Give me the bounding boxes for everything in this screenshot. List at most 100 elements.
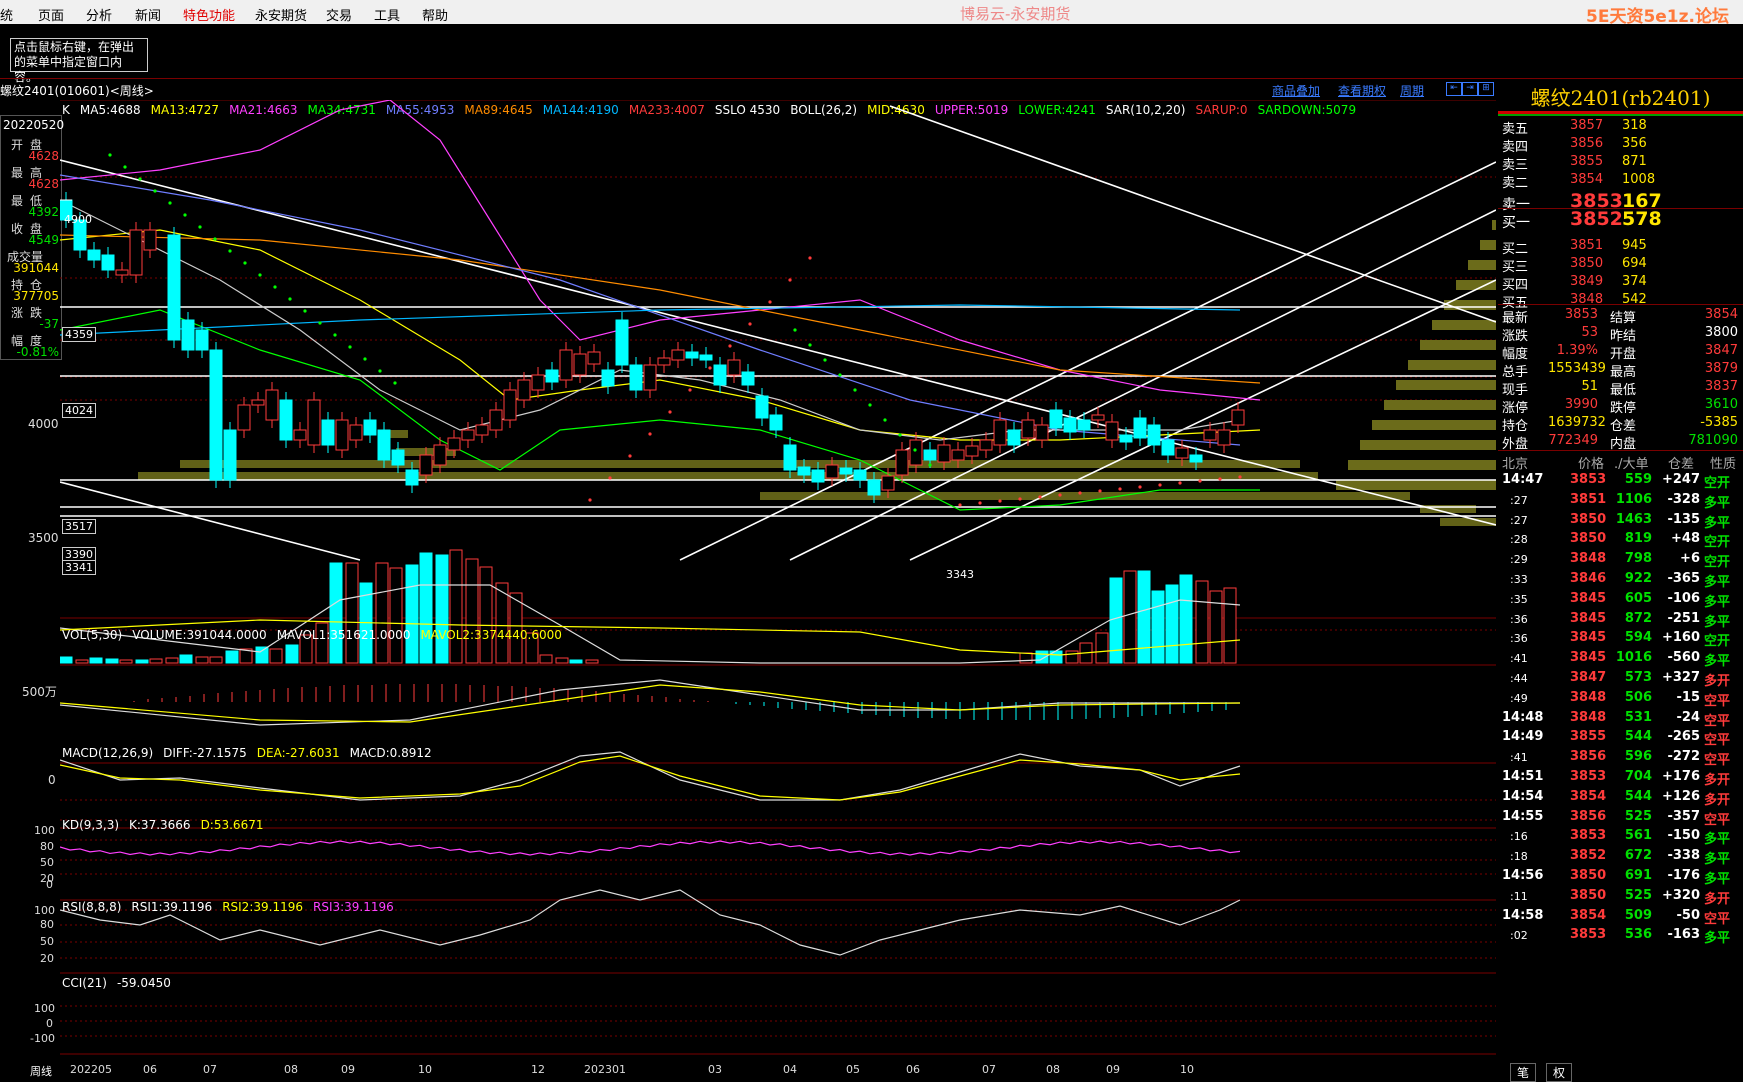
menu-yongan[interactable]: 永安期货 (255, 5, 307, 24)
tick-price: 3856 (1570, 749, 1607, 765)
candle-up (293, 429, 307, 441)
candle-up (727, 359, 741, 376)
volume-bar-down (569, 659, 583, 664)
candle-down (867, 479, 881, 496)
tick-row: :35 3845 605 -106 多平 (1498, 591, 1743, 613)
tick-time: :49 (1510, 691, 1528, 705)
period-link[interactable]: 周期 (1400, 82, 1424, 99)
price-tag-3341: 3341 (62, 560, 96, 575)
tick-time: :33 (1510, 573, 1528, 586)
tick-volume: 525 (1624, 808, 1652, 824)
volume-bar-down (225, 650, 239, 664)
tick-time: :16 (1510, 830, 1528, 844)
tick-time: :44 (1510, 672, 1528, 685)
bottom-tab[interactable]: 笔 (1510, 1063, 1537, 1082)
volume-bar-down (135, 659, 149, 664)
menu-trade[interactable]: 交易 (326, 5, 352, 24)
candle-down (1147, 424, 1161, 446)
tick-row: 14:56 3850 691 -176 多平 (1498, 868, 1743, 890)
scroll-left-button[interactable]: ⇤ (1446, 82, 1462, 96)
candle-up (979, 439, 993, 451)
volume-bar-down (1151, 590, 1165, 664)
bid-volume: 578 (1622, 208, 1662, 230)
tick-time: :18 (1510, 850, 1528, 864)
candle-up (475, 424, 489, 436)
tick-nature: 多平 (1704, 515, 1731, 531)
candle-up (1175, 447, 1189, 459)
tick-volume: 506 (1624, 689, 1652, 705)
candle-up (825, 464, 839, 479)
candle-down (1007, 429, 1021, 446)
sar-dot (1038, 495, 1042, 499)
menu-bar: 统 页面 分析 新闻 特色功能 永安期货 交易 工具 帮助 博易云-永安期货 5… (0, 0, 1743, 27)
volume-bar-down (1179, 574, 1193, 664)
sar-dot (853, 388, 857, 392)
candle-up (251, 399, 265, 406)
candle-down (853, 469, 867, 481)
tick-row: :49 3848 506 -15 空平 (1498, 690, 1743, 712)
indicator-value: DIFF:-27.1575 (163, 746, 247, 760)
tick-nature: 空开 (1704, 634, 1731, 650)
tick-row: :27 3850 1463 -135 多平 (1498, 512, 1743, 534)
rsi-axis-20: 20 (40, 952, 54, 965)
sar-dot (303, 309, 307, 313)
sar-dot (1178, 481, 1182, 485)
tick-time: 14:58 (1502, 907, 1544, 923)
stat-value: 1639732 (1548, 415, 1606, 430)
menu-tools[interactable]: 工具 (374, 5, 400, 24)
tick-time: 14:55 (1502, 808, 1544, 824)
ask-row: 卖二 3854 1008 (1498, 172, 1743, 192)
sar-dot (213, 237, 217, 241)
ask-volume: 1008 (1622, 172, 1656, 187)
rsi-axis-80: 80 (40, 918, 54, 931)
tick-volume: 691 (1624, 868, 1652, 883)
volume-profile-bar (1440, 518, 1496, 526)
stat-row: 幅度 1.39% 开盘 3847 (1498, 343, 1743, 363)
volume-bar-up (269, 648, 283, 664)
candle-down (839, 467, 853, 475)
sar-dot (1018, 497, 1022, 501)
menu-analysis[interactable]: 分析 (86, 5, 112, 24)
menu-help[interactable]: 帮助 (422, 5, 448, 24)
volume-bar-down (105, 658, 119, 664)
indicator-value: D:53.6671 (200, 818, 264, 832)
tick-volume: 573 (1624, 670, 1652, 685)
indicator-value: K:37.3666 (129, 818, 191, 832)
sar-dot (928, 463, 932, 467)
volume-profile-bar (1480, 240, 1496, 250)
tick-row: :02 3853 536 -163 多平 (1498, 927, 1743, 949)
volume-bar-up (479, 566, 493, 664)
bid-label: 买三 (1502, 260, 1529, 275)
candle-up (419, 454, 433, 476)
stat-value: 3837 (1704, 379, 1738, 394)
x-axis-label: 12 (531, 1063, 545, 1076)
stat-label: 结算 (1610, 311, 1637, 326)
options-link[interactable]: 查看期权 (1338, 82, 1386, 99)
sar-dot (243, 261, 247, 265)
candle-up (881, 475, 895, 491)
candle-down (797, 466, 811, 476)
menu-system[interactable]: 统 (0, 5, 13, 24)
indicator-value: MAVOL2:3374440.6000 (420, 628, 562, 642)
scroll-right-button[interactable]: ⇥ (1462, 82, 1478, 96)
menu-page[interactable]: 页面 (38, 5, 64, 24)
sar-dot (868, 403, 872, 407)
candle-down (209, 349, 223, 481)
indicator-value: -59.0450 (116, 976, 171, 990)
tick-row: :36 3845 872 -251 多平 (1498, 611, 1743, 633)
candle-up (503, 389, 517, 421)
indicator-value: KD(9,3,3) (62, 818, 120, 832)
bottom-tab[interactable]: 权 (1546, 1063, 1573, 1082)
tick-nature: 多平 (1704, 654, 1731, 670)
menu-features[interactable]: 特色功能 (183, 5, 235, 24)
bar-info-value: 4549 (28, 233, 59, 247)
fullscreen-button[interactable]: ⊞ (1478, 82, 1494, 96)
volume-bar-up (1095, 632, 1109, 664)
stat-value: 3854 (1704, 307, 1738, 322)
quote-panel: 螺纹2401(rb2401) 卖五 3857 318 卖四 3856 356 卖三 3855 8… (1498, 78, 1743, 1082)
kd-axis-100: 100 (34, 824, 55, 837)
sar-dot (808, 256, 812, 260)
candlestick-chart[interactable] (60, 100, 1496, 1066)
menu-news[interactable]: 新闻 (135, 5, 161, 24)
overlay-link[interactable]: 商品叠加 (1272, 82, 1320, 99)
